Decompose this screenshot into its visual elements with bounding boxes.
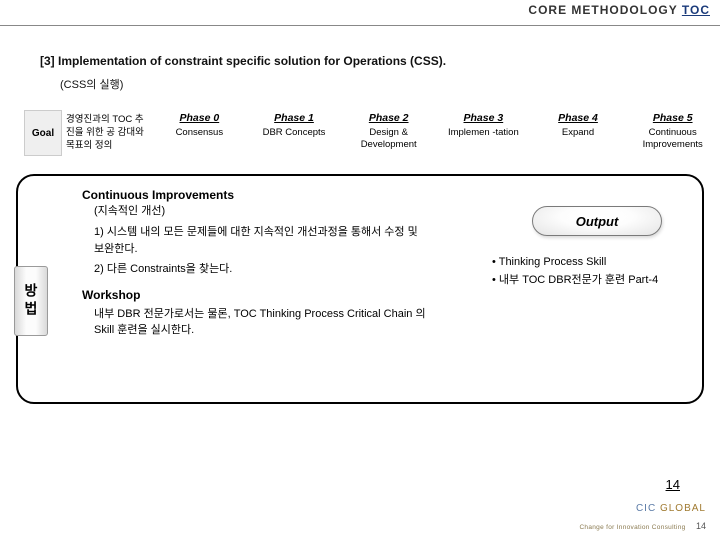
- list-item: 내부 TOC DBR전문가 훈련 Part-4: [492, 272, 682, 290]
- goal-text: 경영진과의 TOC 추진을 위한 공 감대와 목표의 정의: [62, 110, 152, 156]
- footer-logo: CIC GLOBAL: [636, 503, 706, 514]
- goal-label-box: Goal: [24, 110, 62, 156]
- page-number-small: 14: [696, 521, 706, 531]
- phase-body: Expand: [533, 127, 624, 139]
- section-heading: [3] Implementation of constraint specifi…: [40, 54, 720, 92]
- phase-head: Phase 3: [438, 112, 529, 124]
- phase-head: Phase 0: [154, 112, 245, 124]
- header: CORE METHODOLOGY TOC: [0, 0, 720, 26]
- footer-tagline: Change for Innovation Consulting: [579, 524, 685, 531]
- content-box: 방법 Continuous Improvements (지속적인 개선) 1) …: [16, 174, 704, 404]
- logo-part-1: CIC: [636, 503, 656, 514]
- phase-body: Implemen -tation: [438, 127, 529, 139]
- output-list: Thinking Process Skill 내부 TOC DBR전문가 훈련 …: [492, 254, 682, 289]
- method-tab: 방법: [14, 266, 48, 336]
- phase-head: Phase 4: [533, 112, 624, 124]
- phase-5: Phase 5 Continuous Improvements: [625, 110, 720, 156]
- output-badge: Output: [532, 206, 662, 236]
- page: CORE METHODOLOGY TOC [3] Implementation …: [0, 0, 720, 540]
- phase-head: Phase 2: [343, 112, 434, 124]
- header-left: CORE METHODOLOGY: [528, 3, 677, 17]
- list-item: 1) 시스템 내의 모든 문제들에 대한 지속적인 개선과정을 통해서 수정 및…: [94, 224, 424, 258]
- page-number-large: 14: [579, 477, 680, 492]
- footer: 14 CIC GLOBAL Change for Innovation Cons…: [579, 477, 706, 534]
- phase-body: Design & Development: [343, 127, 434, 151]
- section-subtitle: (CSS의 실행): [60, 76, 720, 92]
- ci-title: Continuous Improvements: [82, 188, 688, 202]
- output-badge-label: Output: [576, 214, 619, 229]
- logo-part-2: GLOBAL: [660, 503, 706, 514]
- phase-head: Phase 5: [627, 112, 718, 124]
- phase-2: Phase 2 Design & Development: [341, 110, 436, 156]
- phase-body: DBR Concepts: [249, 127, 340, 139]
- workshop-title: Workshop: [82, 288, 688, 302]
- section-title: [3] Implementation of constraint specifi…: [40, 54, 720, 68]
- phase-1: Phase 1 DBR Concepts: [247, 110, 342, 156]
- goal-label: Goal: [32, 128, 54, 139]
- header-title: CORE METHODOLOGY TOC: [528, 3, 710, 17]
- phase-head: Phase 1: [249, 112, 340, 124]
- section-num: [3]: [40, 54, 55, 68]
- method-tab-label: 방법: [21, 283, 41, 319]
- phase-body: Consensus: [154, 127, 245, 139]
- phase-body: Continuous Improvements: [627, 127, 718, 151]
- footer-bottom-line: Change for Innovation Consulting 14: [579, 516, 706, 534]
- section-title-text: Implementation of constraint specific so…: [58, 54, 446, 68]
- header-right: TOC: [682, 3, 710, 17]
- phase-row: Goal 경영진과의 TOC 추진을 위한 공 감대와 목표의 정의 Phase…: [24, 110, 720, 156]
- phase-4: Phase 4 Expand: [531, 110, 626, 156]
- footer-logo-line: CIC GLOBAL: [579, 498, 706, 516]
- phase-0: Phase 0 Consensus: [152, 110, 247, 156]
- list-item: 2) 다른 Constraints을 찾는다.: [94, 261, 424, 278]
- list-item: Thinking Process Skill: [492, 254, 682, 272]
- workshop-body: 내부 DBR 전문가로서는 물론, TOC Thinking Process C…: [94, 306, 434, 339]
- phase-3: Phase 3 Implemen -tation: [436, 110, 531, 156]
- ci-list: 1) 시스템 내의 모든 문제들에 대한 지속적인 개선과정을 통해서 수정 및…: [94, 224, 424, 277]
